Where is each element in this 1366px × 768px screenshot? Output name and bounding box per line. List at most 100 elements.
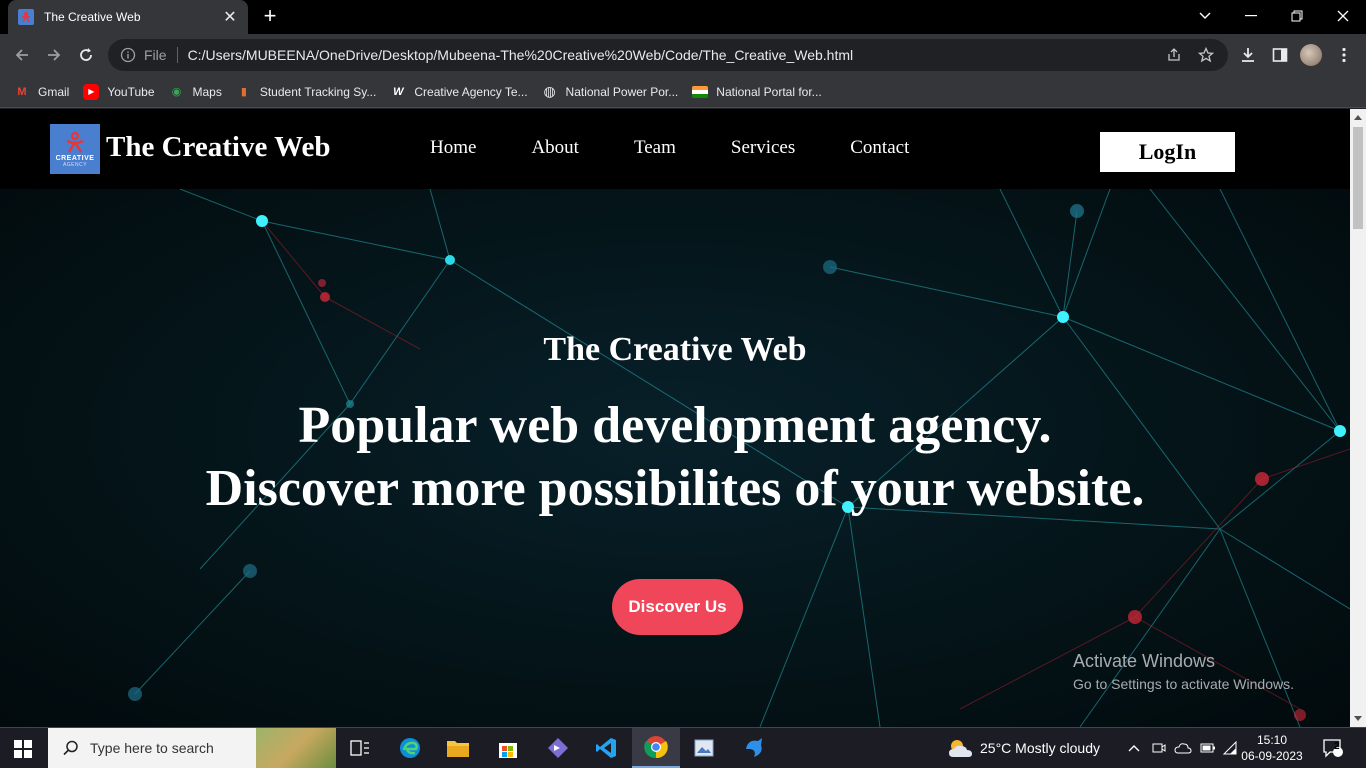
youtube-icon: ▶ [83, 83, 100, 100]
windows-taskbar: Type here to search 25°C Mostly cloudy 1… [0, 727, 1366, 768]
chrome-icon[interactable] [632, 728, 680, 768]
site-navbar: CREATIVE AGENCY The Creative Web Home Ab… [0, 109, 1350, 189]
url-text[interactable]: C:/Users/MUBEENA/OneDrive/Desktop/Mubeen… [188, 47, 1164, 63]
download-icon[interactable] [1236, 43, 1260, 67]
person-logo-icon [66, 131, 84, 153]
bookmark-label: National Power Por... [565, 84, 679, 99]
bookmark-creative-agency[interactable]: W Creative Agency Te... [390, 84, 527, 100]
tray-overflow-chevron-icon[interactable] [1128, 728, 1140, 768]
more-menu-icon[interactable] [1332, 43, 1356, 67]
bookmark-label: Gmail [38, 84, 70, 99]
side-panel-icon[interactable] [1268, 43, 1292, 67]
close-tab-icon[interactable]: ✕ [222, 7, 238, 27]
tab-search-chevron-icon[interactable] [1182, 0, 1228, 32]
onedrive-cloud-icon[interactable] [1174, 728, 1192, 768]
globe-icon: ◍ [543, 83, 556, 99]
bookmark-youtube[interactable]: ▶ YouTube [83, 83, 155, 100]
hero-section: The Creative Web Popular web development… [0, 189, 1350, 727]
flag-icon [692, 85, 709, 98]
file-explorer-icon[interactable] [434, 728, 482, 768]
tab-strip: The Creative Web ✕ + [0, 0, 1366, 34]
discover-us-button[interactable]: Discover Us [612, 579, 743, 635]
search-placeholder: Type here to search [90, 740, 214, 756]
close-window-icon[interactable] [1320, 0, 1366, 32]
logo-text: CREATIVE [55, 154, 95, 162]
browser-tab[interactable]: The Creative Web ✕ [8, 0, 248, 34]
new-tab-button[interactable]: + [260, 5, 280, 27]
search-icon [63, 740, 78, 756]
share-icon[interactable] [1164, 45, 1184, 65]
clock-date: 06-09-2023 [1241, 749, 1303, 763]
scroll-down-arrow-icon[interactable] [1354, 716, 1362, 721]
bookmark-label: Maps [192, 84, 222, 99]
watermark-title: Activate Windows [1073, 651, 1216, 671]
edge-browser-icon[interactable] [386, 728, 434, 768]
site-logo[interactable]: CREATIVE AGENCY [50, 124, 100, 174]
profile-avatar[interactable] [1300, 44, 1322, 66]
bookmark-label: National Portal for... [716, 84, 822, 99]
bookmark-national-portal[interactable]: National Portal for... [692, 84, 822, 99]
cloudy-weather-icon [949, 740, 972, 757]
back-arrow-icon[interactable] [10, 43, 34, 67]
url-scheme-label: File [144, 47, 167, 63]
weather-text: 25°C Mostly cloudy [980, 740, 1100, 756]
logo-subtext: AGENCY [62, 161, 88, 168]
login-button[interactable]: LogIn [1100, 132, 1235, 172]
minimize-window-icon[interactable] [1228, 0, 1274, 32]
page-viewport: CREATIVE AGENCY The Creative Web Home Ab… [0, 109, 1350, 727]
tab-title: The Creative Web [44, 10, 141, 24]
address-bar[interactable]: File C:/Users/MUBEENA/OneDrive/Desktop/M… [108, 39, 1228, 71]
maps-icon: ◉ [171, 86, 182, 98]
bookmark-national-power[interactable]: ◍ National Power Por... [542, 83, 679, 100]
notification-center-icon[interactable]: 2 [1322, 728, 1344, 768]
notification-count: 2 [1334, 741, 1340, 752]
taskbar-search[interactable]: Type here to search [48, 728, 336, 768]
nav-link-home[interactable]: Home [430, 137, 476, 159]
browser-toolbar: File C:/Users/MUBEENA/OneDrive/Desktop/M… [0, 34, 1366, 76]
weather-widget[interactable]: 25°C Mostly cloudy [946, 728, 1100, 768]
page-scrollbar[interactable] [1350, 109, 1366, 727]
restore-window-icon[interactable] [1274, 0, 1320, 32]
nav-link-contact[interactable]: Contact [850, 137, 909, 159]
hero-headline-line-1: Popular web development agency. [298, 397, 1052, 454]
hero-headline-line-2: Discover more possibilites of your websi… [205, 460, 1145, 517]
scroll-thumb[interactable] [1353, 127, 1363, 229]
chart-icon: ▮ [240, 86, 247, 98]
vscode-icon[interactable] [582, 728, 630, 768]
bookmark-gmail[interactable]: M Gmail [14, 84, 69, 100]
site-favicon-icon [18, 9, 34, 25]
bookmarks-bar: M Gmail ▶ YouTube ◉ Maps ▮ Student Track… [0, 76, 1366, 108]
bookmark-star-icon[interactable] [1196, 45, 1216, 65]
image-viewer-icon[interactable] [680, 728, 728, 768]
watermark-subtitle: Go to Settings to activate Windows. [1073, 676, 1294, 692]
nav-menu: Home About Team Services Contact [430, 137, 964, 159]
nav-link-about[interactable]: About [531, 137, 579, 159]
w-icon: W [393, 85, 404, 98]
task-view-icon[interactable] [336, 728, 384, 768]
omnibox-divider [176, 47, 178, 63]
hero-subtitle: The Creative Web [543, 331, 807, 368]
activate-windows-watermark: Activate Windows Go to Settings to activ… [1073, 651, 1294, 692]
nav-link-services[interactable]: Services [731, 137, 795, 159]
bookmark-maps[interactable]: ◉ Maps [169, 84, 222, 100]
system-clock[interactable]: 15:10 06-09-2023 [1240, 732, 1304, 764]
bookmark-label: Student Tracking Sy... [259, 84, 377, 99]
power-automate-icon[interactable] [534, 728, 582, 768]
reload-icon[interactable] [74, 43, 98, 67]
clock-time: 15:10 [1256, 733, 1288, 747]
forward-arrow-icon[interactable] [42, 43, 66, 67]
gmail-icon: M [17, 85, 27, 98]
nav-link-team[interactable]: Team [634, 137, 676, 159]
meet-now-icon[interactable] [1152, 728, 1166, 768]
info-icon[interactable] [120, 47, 136, 63]
windows-start-icon[interactable] [14, 740, 32, 758]
scroll-up-arrow-icon[interactable] [1354, 115, 1362, 120]
bookmark-label: Creative Agency Te... [414, 84, 528, 99]
battery-icon[interactable] [1200, 728, 1216, 768]
wifi-icon[interactable] [1222, 728, 1238, 768]
brand-name[interactable]: The Creative Web [106, 131, 330, 164]
bookmark-student-tracking[interactable]: ▮ Student Tracking Sy... [236, 84, 377, 100]
blue-app-icon[interactable] [730, 728, 778, 768]
hero-headline: Popular web development agency. Discover… [0, 394, 1350, 520]
microsoft-store-icon[interactable] [484, 728, 532, 768]
